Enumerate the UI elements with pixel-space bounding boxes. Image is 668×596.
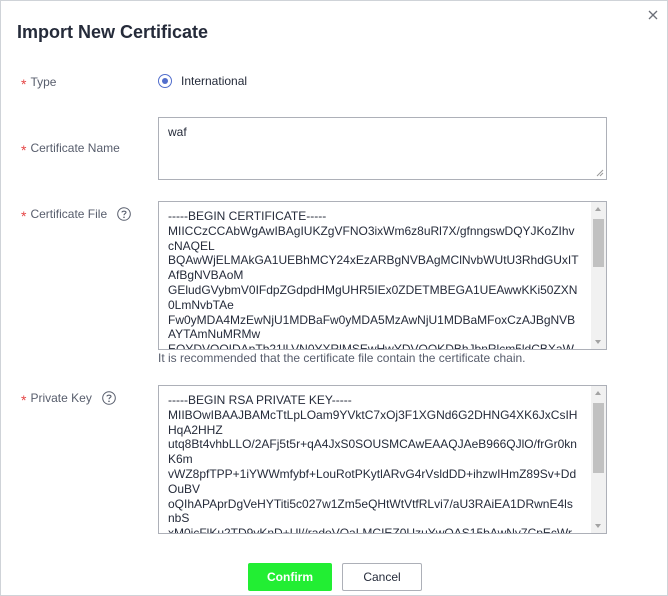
private-key-textarea[interactable]: -----BEGIN RSA PRIVATE KEY----- MIIBOwIB… [158,385,607,534]
scroll-thumb[interactable] [593,403,604,473]
private-key-scrollbar[interactable] [591,386,606,533]
dialog-title: Import New Certificate [17,22,209,42]
scroll-up-icon[interactable] [595,207,601,211]
scroll-up-icon[interactable] [595,391,601,395]
certificate-name-label-row: * Certificate Name [21,141,120,158]
confirm-button[interactable]: Confirm [248,563,332,591]
scroll-thumb[interactable] [593,219,604,267]
certificate-name-label: Certificate Name [30,141,120,155]
certificate-file-label-row: * Certificate File [21,207,131,224]
import-certificate-dialog: Import New Certificate * Type Internatio… [0,0,668,596]
private-key-content: -----BEGIN RSA PRIVATE KEY----- MIIBOwIB… [168,393,578,534]
resize-handle-icon[interactable] [596,169,604,177]
help-icon[interactable] [102,391,116,405]
required-mark: * [21,392,27,408]
required-mark: * [21,208,27,224]
certificate-file-content: -----BEGIN CERTIFICATE----- MIICCzCCAbWg… [168,209,579,350]
type-label-row: * Type [21,75,57,92]
type-international-radio[interactable]: International [158,74,247,88]
certificate-name-input[interactable]: waf [158,117,607,180]
required-mark: * [21,142,27,158]
scroll-down-icon[interactable] [595,524,601,528]
private-key-label-row: * Private Key [21,391,116,408]
required-mark: * [21,76,27,92]
cancel-button[interactable]: Cancel [342,563,422,591]
private-key-label: Private Key [30,391,92,405]
help-icon[interactable] [117,207,131,221]
type-option-label: International [181,74,248,88]
type-label: Type [30,75,57,89]
certificate-file-textarea[interactable]: -----BEGIN CERTIFICATE----- MIICCzCCAbWg… [158,201,607,350]
close-icon[interactable] [645,7,661,23]
certificate-file-hint: It is recommended that the certificate f… [158,351,526,365]
certificate-name-value: waf [168,125,187,139]
scroll-down-icon[interactable] [595,340,601,344]
radio-button[interactable] [158,74,172,88]
certificate-file-scrollbar[interactable] [591,202,606,349]
certificate-file-label: Certificate File [30,207,108,221]
